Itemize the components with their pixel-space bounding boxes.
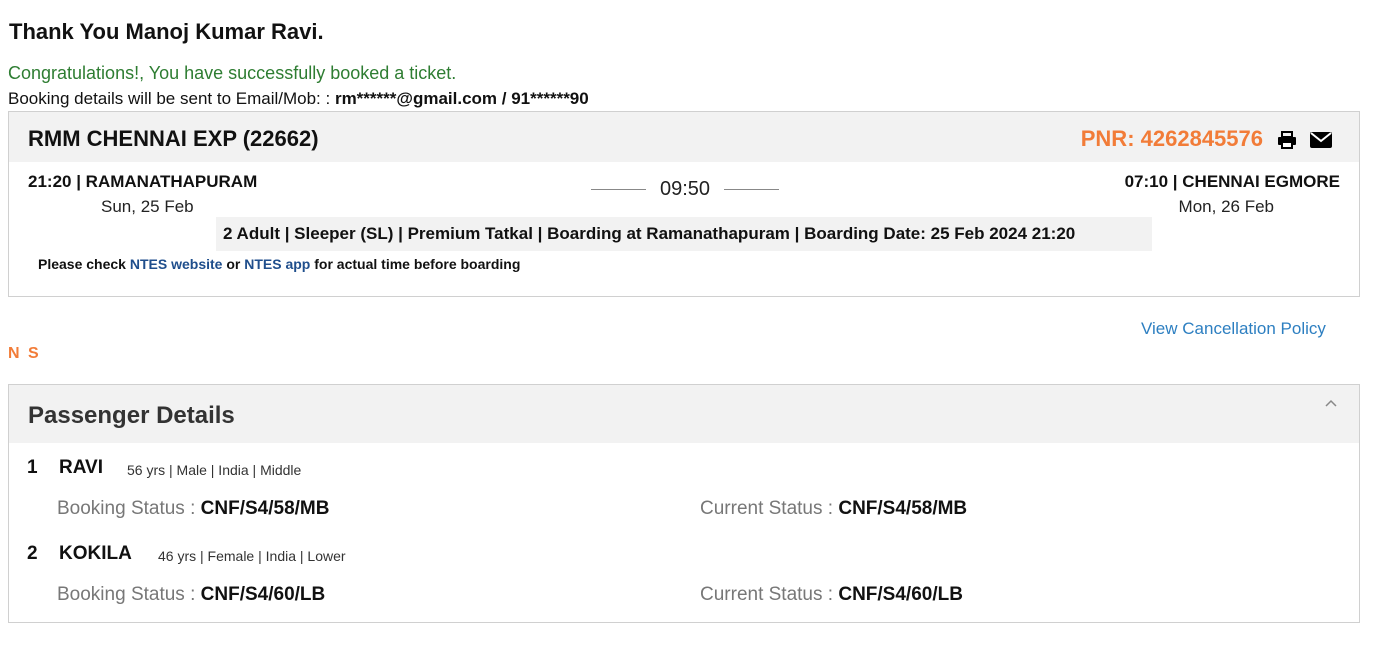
departure-time-station: 21:20 | RAMANATHAPURAM (28, 172, 258, 191)
booking-contact-line: Booking details will be sent to Email/Mo… (8, 89, 589, 109)
passenger-details-card: Passenger Details 1 RAVI 56 yrs | Male |… (8, 384, 1360, 623)
booking-status-label: Booking Status : (57, 584, 196, 605)
booking-contact-value: rm******@gmail.com / 91******90 (334, 89, 589, 108)
current-status-label: Current Status : (700, 498, 834, 519)
booking-status-label: Booking Status : (57, 498, 196, 519)
passenger-number: 2 (27, 543, 38, 564)
passenger-name: KOKILA (59, 543, 132, 564)
passenger-details-title: Passenger Details (28, 402, 235, 429)
train-card-header: RMM CHENNAI EXP (22662) PNR: 4262845576 (9, 112, 1359, 162)
arrival-date: Mon, 26 Feb (1178, 197, 1274, 216)
journey-duration: 09:50 (591, 178, 779, 202)
current-status: Current Status : CNF/S4/60/LB (700, 584, 963, 606)
ntes-note-suffix: for actual time before boarding (314, 256, 521, 272)
current-status-label: Current Status : (700, 584, 834, 605)
journey-info: 2 Adult | Sleeper (SL) | Premium Tatkal … (216, 217, 1152, 251)
passenger-meta: 46 yrs | Female | India | Lower (158, 548, 346, 564)
ntes-note-prefix: Please check (38, 256, 126, 272)
train-summary-card: RMM CHENNAI EXP (22662) PNR: 4262845576 … (8, 111, 1360, 297)
current-status-value: CNF/S4/58/MB (838, 498, 968, 519)
current-status: Current Status : CNF/S4/58/MB (700, 498, 967, 520)
booking-status-value: CNF/S4/60/LB (200, 584, 326, 605)
pnr-number: PNR: 4262845576 (1080, 126, 1263, 151)
duration-divider-right (724, 189, 779, 190)
booking-status: Booking Status : CNF/S4/58/MB (57, 498, 329, 520)
booking-status-value: CNF/S4/58/MB (200, 498, 330, 519)
passenger-number: 1 (27, 457, 38, 478)
ntes-website-link[interactable]: NTES website (130, 256, 223, 272)
greeting-heading: Thank You Manoj Kumar Ravi. (9, 19, 324, 44)
train-name: RMM CHENNAI EXP (22662) (28, 126, 319, 151)
arrival-time-station: 07:10 | CHENNAI EGMORE (1124, 172, 1340, 191)
booking-contact-label: Booking details will be sent to Email/Mo… (8, 89, 331, 108)
booking-status: Booking Status : CNF/S4/60/LB (57, 584, 325, 606)
passenger-name: RAVI (59, 457, 103, 478)
passenger-details-header[interactable]: Passenger Details (9, 385, 1359, 443)
ntes-app-link[interactable]: NTES app (244, 256, 310, 272)
print-icon[interactable] (1277, 131, 1297, 149)
departure-date: Sun, 25 Feb (101, 197, 194, 216)
ntes-note-or: or (226, 256, 241, 272)
success-message: Congratulations!, You have successfully … (8, 63, 457, 83)
view-cancellation-policy-link[interactable]: View Cancellation Policy (1141, 319, 1326, 339)
current-status-value: CNF/S4/60/LB (838, 584, 963, 605)
mail-icon[interactable] (1310, 132, 1332, 148)
chevron-up-icon[interactable] (1324, 397, 1338, 411)
ntes-note: Please check NTES website or NTES app fo… (38, 256, 520, 272)
passenger-meta: 56 yrs | Male | India | Middle (127, 462, 302, 478)
ns-label: N S (8, 345, 41, 362)
